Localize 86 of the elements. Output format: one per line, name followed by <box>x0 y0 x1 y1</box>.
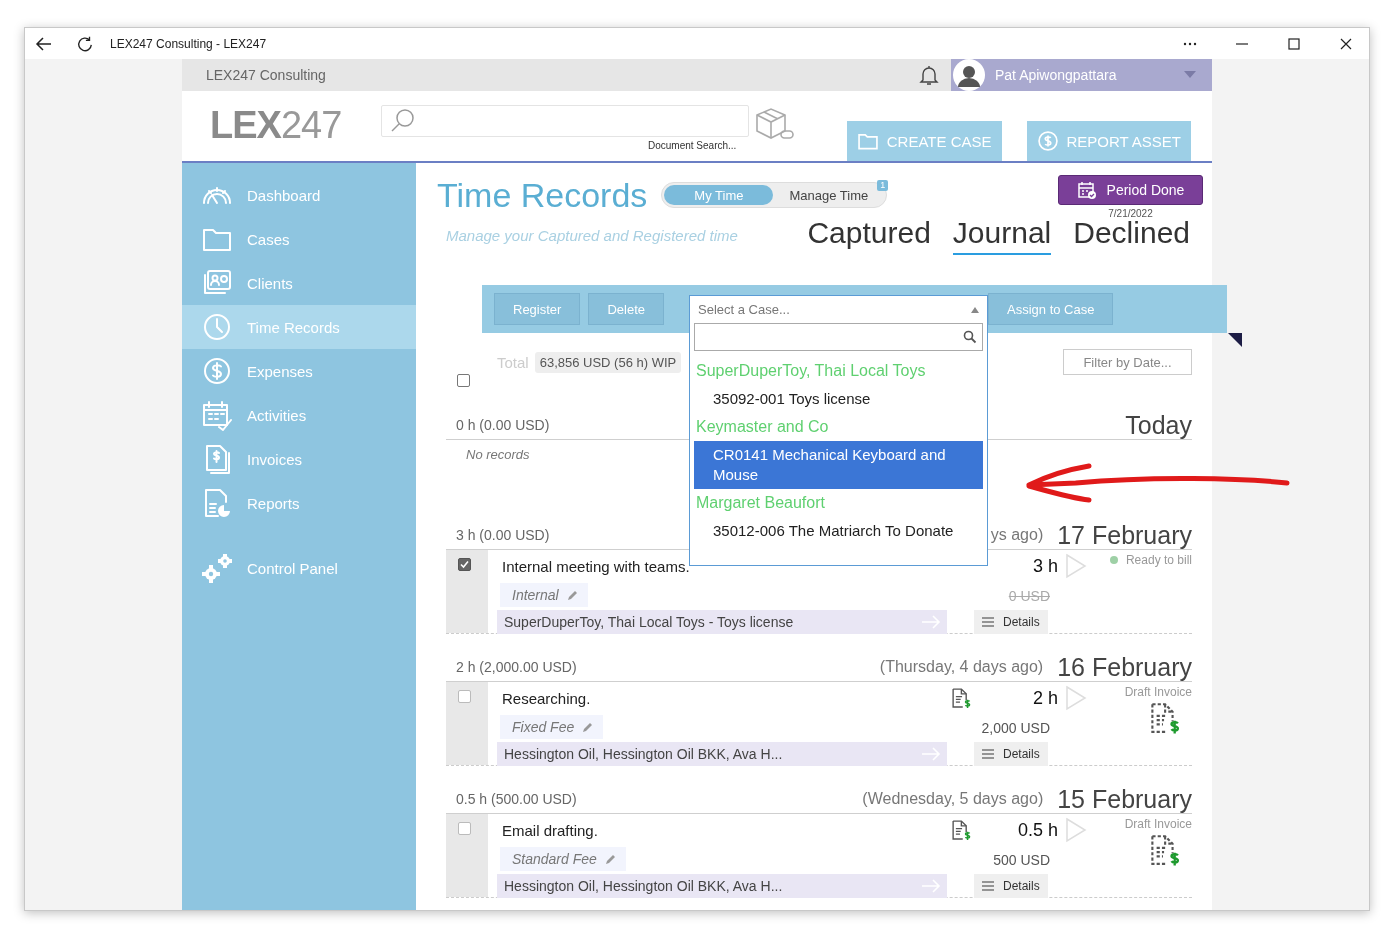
record-hours: 3 h <box>1032 555 1058 577</box>
calendar-icon <box>201 399 233 431</box>
client-group-label: Margaret Beaufort <box>695 493 826 513</box>
case-option[interactable]: 35012-006 The Matriarch To Donate <box>694 517 983 545</box>
checkmark-icon <box>460 560 469 569</box>
record-amount: 500 USD <box>992 852 1051 868</box>
details-button[interactable]: Details <box>974 742 1048 766</box>
arrow-icon <box>921 747 941 761</box>
dollar-icon <box>201 355 233 387</box>
relative-day: (Wednesday, 5 days ago) <box>862 790 1044 808</box>
record-amount: 0 USD <box>1007 588 1051 604</box>
mode-tab[interactable]: My Time <box>664 185 774 205</box>
menu-icon <box>982 881 994 891</box>
group-total: 0.5 h (500.00 USD) <box>456 791 577 807</box>
case-link[interactable]: Hessington Oil, Hessington Oil BKK, Ava H... <box>497 742 947 766</box>
record-status: Draft Invoice <box>1124 817 1192 831</box>
case-link[interactable]: SuperDuperToy, Thai Local Toys - Toys license <box>497 610 947 634</box>
page-title: Time Records <box>437 177 648 213</box>
group-date: 16 February <box>1057 652 1192 682</box>
group-total: 0 h (0.00 USD) <box>456 417 550 433</box>
search-icon <box>963 330 977 344</box>
case-search-field[interactable] <box>694 323 983 351</box>
group-total: 2 h (2,000.00 USD) <box>456 659 577 675</box>
empty-message: No records <box>466 447 530 462</box>
group-date: Today <box>1125 410 1192 440</box>
case-link[interactable]: Hessington Oil, Hessington Oil BKK, Ava H... <box>497 874 947 898</box>
refresh-icon[interactable] <box>76 34 94 53</box>
corner-marker <box>1228 333 1242 347</box>
group-date: 15 February <box>1057 784 1192 814</box>
page-subtitle: Manage your Captured and Registered time <box>446 227 738 244</box>
record-checkbox[interactable] <box>458 558 471 571</box>
view-tab[interactable]: Journal <box>952 215 1052 255</box>
search-caption: Document Search... <box>648 140 737 151</box>
group-total: 3 h (0.00 USD) <box>456 527 550 543</box>
details-button[interactable]: Details <box>974 874 1048 898</box>
close-icon[interactable] <box>1339 36 1353 51</box>
package-icon[interactable] <box>753 107 796 141</box>
calendar-check-icon <box>1076 180 1097 200</box>
menu-icon <box>982 617 994 627</box>
clock-icon <box>201 311 233 343</box>
record-status: Draft Invoice <box>1124 685 1192 699</box>
client-group-label: SuperDuperToy, Thai Local Toys <box>695 361 927 381</box>
period-date: 7/21/2022 <box>1108 208 1153 219</box>
case-option[interactable]: 35092-001 Toys license <box>694 385 983 413</box>
record-description: Internal meeting with teams. <box>501 556 691 577</box>
fee-tag[interactable]: Internal <box>500 583 588 607</box>
arrow-icon <box>921 615 941 629</box>
record-description: Email drafting. <box>501 820 599 841</box>
record-hours: 2 h <box>1032 687 1058 709</box>
case-option[interactable]: CR0141 Mechanical Keyboard and Mouse <box>694 441 983 489</box>
record-amount: 2,000 USD <box>980 720 1051 736</box>
user-menu[interactable]: Pat Apiwongpattara <box>951 59 1212 91</box>
record-status: Ready to bill <box>1109 553 1192 567</box>
client-group-label: Keymaster and Co <box>695 417 830 437</box>
fee-tag[interactable]: Standard Fee <box>500 847 626 871</box>
relative-day: (Thursday, 4 days ago) <box>879 658 1044 676</box>
search-field[interactable] <box>381 105 750 137</box>
fee-tag[interactable]: Fixed Fee <box>500 715 604 739</box>
gears-icon <box>201 552 233 584</box>
period-done-button[interactable]: Period Done <box>1058 175 1203 205</box>
record-checkbox[interactable] <box>458 690 471 703</box>
dropdown-caret-icon <box>1184 71 1196 79</box>
window-title: LEX247 Consulting - LEX247 <box>110 36 267 51</box>
company-name: LEX247 Consulting <box>206 67 327 83</box>
select-all-checkbox[interactable] <box>457 374 470 387</box>
relative-day: ys ago) <box>990 526 1044 544</box>
record-checkbox[interactable] <box>458 822 471 835</box>
count-badge: 1 <box>877 180 889 191</box>
view-tab[interactable]: Captured <box>807 215 931 255</box>
pencil-icon <box>604 853 616 865</box>
record-description: Researching. <box>501 688 592 709</box>
arrow-icon <box>921 879 941 893</box>
dollar-icon <box>1036 130 1059 152</box>
case-select[interactable]: Select a Case... <box>690 296 987 323</box>
record-hours: 0.5 h <box>1017 819 1058 841</box>
total-badge: 63,856 USD (56 h) WIP <box>534 351 682 373</box>
bell-icon[interactable] <box>917 63 941 87</box>
details-button[interactable]: Details <box>974 610 1048 634</box>
logo-text: LEX247 <box>210 105 342 145</box>
pencil-icon <box>566 589 578 601</box>
menu-icon <box>982 749 994 759</box>
pencil-icon <box>582 721 594 733</box>
date-filter-field[interactable]: Filter by Date... <box>1063 349 1192 375</box>
group-date: 17 February <box>1057 520 1192 550</box>
maximize-icon[interactable] <box>1287 36 1301 51</box>
search-icon <box>390 108 417 134</box>
